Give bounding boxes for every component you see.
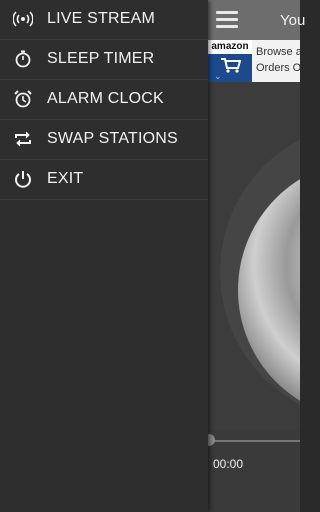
- menu-item-alarm-clock[interactable]: ALARM CLOCK: [0, 80, 208, 120]
- menu-item-label: ALARM CLOCK: [47, 90, 164, 107]
- player-area: [208, 82, 300, 430]
- stopwatch-icon: [15, 50, 31, 68]
- menu-item-label: SWAP STATIONS: [47, 130, 178, 147]
- broadcast-icon: [13, 11, 33, 27]
- menu-item-sleep-timer[interactable]: SLEEP TIMER: [0, 40, 208, 80]
- progress-bar[interactable]: [208, 440, 300, 442]
- menu-item-exit[interactable]: EXIT: [0, 160, 208, 200]
- menu-item-live-stream[interactable]: LIVE STREAM: [0, 0, 208, 40]
- navigation-drawer: LIVE STREAM SLEEP TIMER ALARM CLOCK SWAP…: [0, 0, 208, 512]
- cart-icon: [221, 58, 242, 73]
- menu-item-label: SLEEP TIMER: [47, 50, 155, 67]
- elapsed-time: 00:00: [213, 457, 244, 471]
- menu-item-label: EXIT: [47, 170, 84, 187]
- menu-item-swap-stations[interactable]: SWAP STATIONS: [0, 120, 208, 160]
- ad-banner[interactable]: amazon ⌄ Browse a Orders O: [208, 40, 300, 82]
- amazon-logo: amazon ⌄: [208, 40, 252, 82]
- alarm-clock-icon: [14, 90, 32, 108]
- chevron-down-icon: ⌄: [214, 71, 222, 81]
- menu-icon[interactable]: [216, 10, 238, 30]
- power-icon: [15, 171, 31, 188]
- menu-item-label: LIVE STREAM: [47, 10, 156, 27]
- ad-text: Browse a Orders O: [256, 46, 300, 74]
- swap-icon: [15, 131, 31, 147]
- app-title: You: [280, 12, 306, 29]
